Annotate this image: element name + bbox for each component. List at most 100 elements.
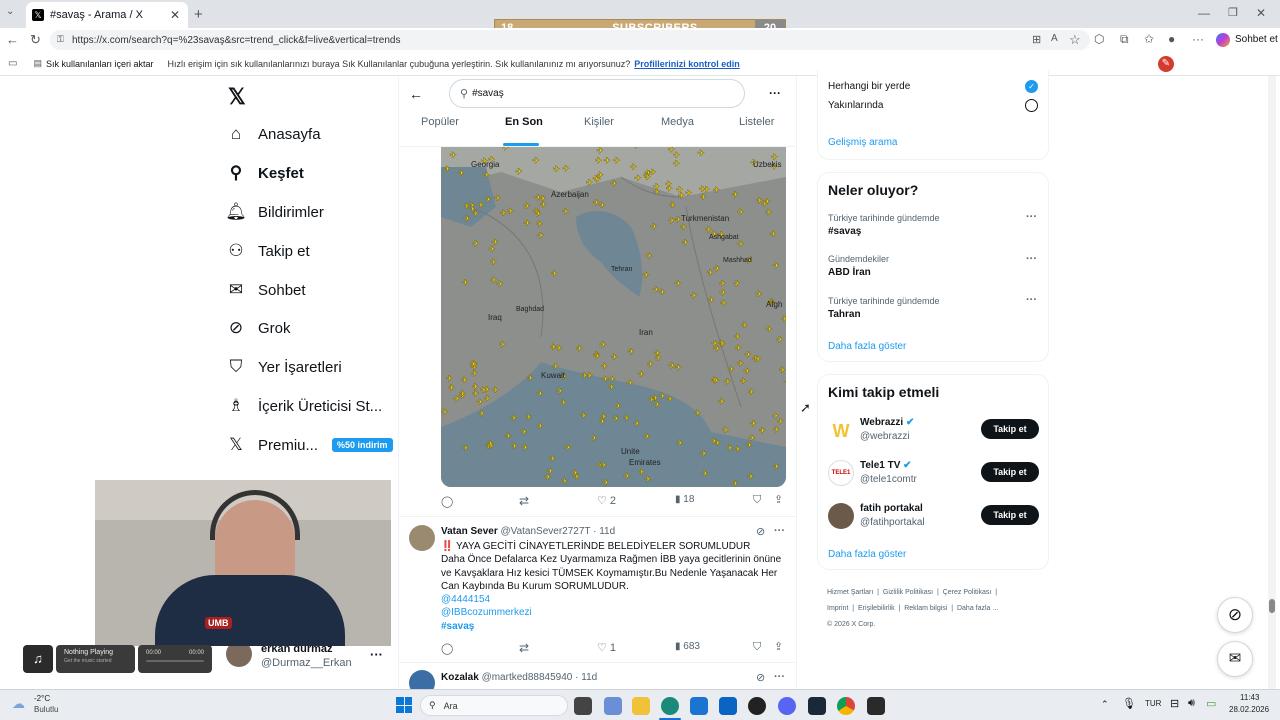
favorite-star-icon[interactable]: ☆: [1069, 32, 1081, 48]
share-icon[interactable]: ⇪: [774, 640, 783, 653]
music-progress-bar[interactable]: [146, 660, 204, 662]
microphone-icon[interactable]: 🎙︎: [1122, 697, 1136, 710]
trend-item[interactable]: ABD İran: [828, 267, 871, 278]
views-icon[interactable]: ▮ 683: [675, 641, 700, 652]
post-more-icon[interactable]: ···: [774, 525, 785, 537]
footer-link[interactable]: Gizlilik Politikası: [883, 589, 933, 596]
battery-icon[interactable]: ▭: [1206, 697, 1216, 710]
maximize-icon[interactable]: ❐: [1228, 6, 1238, 19]
check-profiles-link[interactable]: Profillerinizi kontrol edin: [634, 59, 740, 69]
who-to-follow-show-more-link[interactable]: Daha fazla göster: [828, 549, 906, 560]
post-avatar[interactable]: [409, 670, 435, 689]
apps-icon[interactable]: ⊞: [1032, 33, 1041, 46]
repost-icon[interactable]: ⇄: [519, 494, 529, 508]
outlook-icon[interactable]: [719, 697, 737, 715]
footer-link[interactable]: Çerez Politikası: [943, 589, 992, 596]
post-mention[interactable]: @4444154: [441, 593, 787, 606]
search-options-icon[interactable]: ···: [769, 86, 781, 100]
nav-bookmarks[interactable]: ⛉ Yer İşaretleri: [226, 351, 342, 383]
grok-icon[interactable]: ⊘: [756, 525, 765, 538]
post-avatar[interactable]: [409, 525, 435, 551]
nav-creator-studio[interactable]: ♗ İçerik Üreticisi St...: [226, 390, 382, 422]
volume-icon[interactable]: 🔊︎: [1188, 697, 1195, 710]
weather-temp[interactable]: -2°C: [34, 694, 50, 703]
post-author-name[interactable]: Kozalak: [441, 672, 479, 683]
taskbar-app-icon[interactable]: [604, 697, 622, 715]
footer-link[interactable]: Erişilebilirlik: [858, 605, 895, 612]
split-screen-icon[interactable]: ⧉: [1120, 32, 1129, 47]
follow-button[interactable]: Takip et: [981, 505, 1039, 525]
site-info-icon[interactable]: ⚿: [57, 34, 64, 45]
show-hidden-icons-chevron[interactable]: ⌃: [1101, 699, 1109, 710]
follow-suggestion-name[interactable]: Webrazzi ✔: [860, 417, 914, 428]
x-logo-icon[interactable]: 𝕏: [228, 84, 246, 110]
follow-suggestion-name[interactable]: Tele1 TV ✔: [860, 460, 912, 471]
reply-icon[interactable]: ◯: [441, 642, 453, 655]
advanced-search-link[interactable]: Gelişmiş arama: [828, 137, 897, 148]
post-author-handle[interactable]: @VatanSever2727T: [501, 526, 591, 537]
nav-notifications[interactable]: 🔔︎ Bildirimler: [225, 196, 324, 228]
browser-tab[interactable]: 𝕏 #savaş - Arama / X ✕: [26, 2, 188, 28]
like-icon[interactable]: ♡ 2: [597, 494, 616, 507]
back-arrow-icon[interactable]: ←: [6, 32, 19, 47]
trend-item[interactable]: #savaş: [828, 226, 861, 237]
edge-browser-icon[interactable]: [661, 697, 679, 715]
nav-premium[interactable]: 𝕏 Premiu... %50 indirim: [226, 429, 393, 461]
share-icon[interactable]: ⇪: [774, 493, 783, 506]
floating-messages-button[interactable]: ✉: [1217, 641, 1253, 677]
start-windows-icon[interactable]: [396, 697, 412, 713]
follow-suggestion-name[interactable]: fatih portakal: [860, 503, 923, 514]
post-author-handle[interactable]: @martked88845940: [482, 672, 573, 683]
tab-lists[interactable]: Listeler: [739, 116, 774, 128]
tab-media[interactable]: Medya: [661, 116, 694, 128]
back-arrow-icon[interactable]: ←: [409, 86, 423, 102]
footer-link[interactable]: Daha fazla ...: [957, 605, 998, 612]
close-tab-icon[interactable]: ✕: [170, 8, 180, 22]
more-menu-icon[interactable]: ···: [1192, 32, 1204, 46]
post-media-flight-map[interactable]: ✈ ✈ ✈ ✈ ✈ ✈ ✈ ✈ ✈ ✈ ✈ ✈ ✈ ✈ ✈ ✈ ✈ ✈ ✈ ✈ ✈ ✈ ✈ ✈ ✈ ✈ ✈ ✈ ✈ ✈ ✈ ✈ ✈ ✈ ✈ ✈ ✈ ✈ ✈ ✈…: [441, 147, 786, 487]
favorites-icon[interactable]: ✩: [1144, 32, 1154, 46]
taskbar-search[interactable]: ⚲ Ara: [420, 695, 568, 716]
import-favorites-link[interactable]: Sık kullanılanları içeri aktar: [46, 59, 154, 69]
post-mention[interactable]: @IBBcozummerkezi: [441, 606, 787, 619]
minimize-icon[interactable]: —: [1198, 6, 1210, 20]
trends-show-more-link[interactable]: Daha fazla göster: [828, 341, 906, 352]
weather-cloud-icon[interactable]: ☁: [12, 696, 25, 712]
network-icon[interactable]: ⊟: [1170, 697, 1179, 710]
nav-chat[interactable]: ✉ Sohbet: [226, 274, 306, 306]
extension-badge-icon[interactable]: ✎: [1158, 56, 1174, 72]
location-near-radio[interactable]: [1025, 99, 1038, 112]
follow-button[interactable]: Takip et: [981, 419, 1039, 439]
sidebar-toggle-icon[interactable]: ▭: [8, 58, 17, 69]
account-more-icon[interactable]: ···: [370, 647, 383, 662]
bookmark-icon[interactable]: ⛉: [753, 641, 761, 654]
task-view-icon[interactable]: [574, 697, 592, 715]
tab-list-chevron-icon[interactable]: ⌄: [6, 6, 14, 17]
fatih-portakal-avatar[interactable]: [828, 503, 854, 529]
tab-popular[interactable]: Popüler: [421, 116, 459, 128]
footer-link[interactable]: Reklam bilgisi: [904, 605, 947, 612]
profile-icon[interactable]: ●: [1168, 32, 1175, 46]
trend-more-icon[interactable]: ···: [1026, 253, 1037, 265]
post-more-icon[interactable]: ···: [774, 671, 785, 683]
music-note-icon[interactable]: ♫: [23, 645, 53, 673]
post-time[interactable]: · 11d: [593, 526, 615, 537]
tele1-avatar[interactable]: TELE1: [828, 460, 854, 486]
post-author-name[interactable]: Vatan Sever: [441, 526, 498, 537]
store-icon[interactable]: [690, 697, 708, 715]
file-explorer-icon[interactable]: [632, 697, 650, 715]
webrazzi-avatar[interactable]: W: [828, 418, 854, 444]
discord-icon[interactable]: [778, 697, 796, 715]
chrome-icon[interactable]: [837, 697, 855, 715]
sohbet-et-label[interactable]: Sohbet et: [1235, 34, 1278, 45]
refresh-icon[interactable]: ↻: [30, 32, 41, 48]
obs-icon[interactable]: [748, 697, 766, 715]
follow-button[interactable]: Takip et: [981, 462, 1039, 482]
nav-grok[interactable]: ⊘ Grok: [226, 312, 291, 344]
clock-time[interactable]: 11:43: [1240, 693, 1259, 702]
url-field[interactable]: ⚿ https://x.com/search?q=%23savaş&src=tr…: [50, 30, 1090, 50]
nav-follow[interactable]: ⚇ Takip et: [226, 235, 309, 267]
language-indicator[interactable]: TUR: [1145, 699, 1161, 708]
footer-link[interactable]: Hizmet Şartları: [827, 589, 873, 596]
post-time[interactable]: · 11d: [575, 672, 597, 683]
